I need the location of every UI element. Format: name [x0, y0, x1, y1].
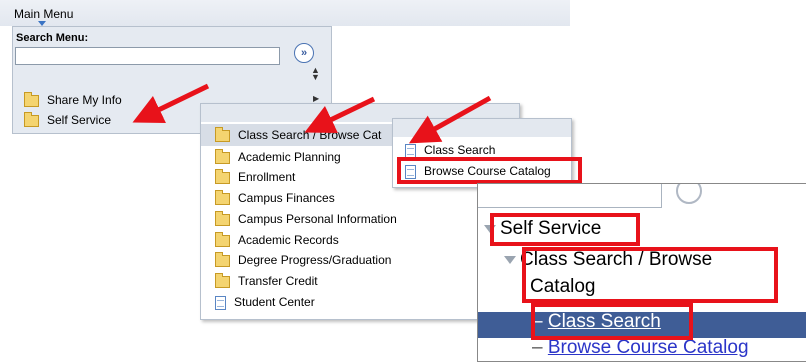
- arrow-to-class-search-icon: [408, 95, 492, 144]
- annotation-arrows: [132, 83, 492, 144]
- arrow-to-class-search-browse-icon: [304, 96, 376, 133]
- arrow-to-self-service-icon: [132, 83, 210, 123]
